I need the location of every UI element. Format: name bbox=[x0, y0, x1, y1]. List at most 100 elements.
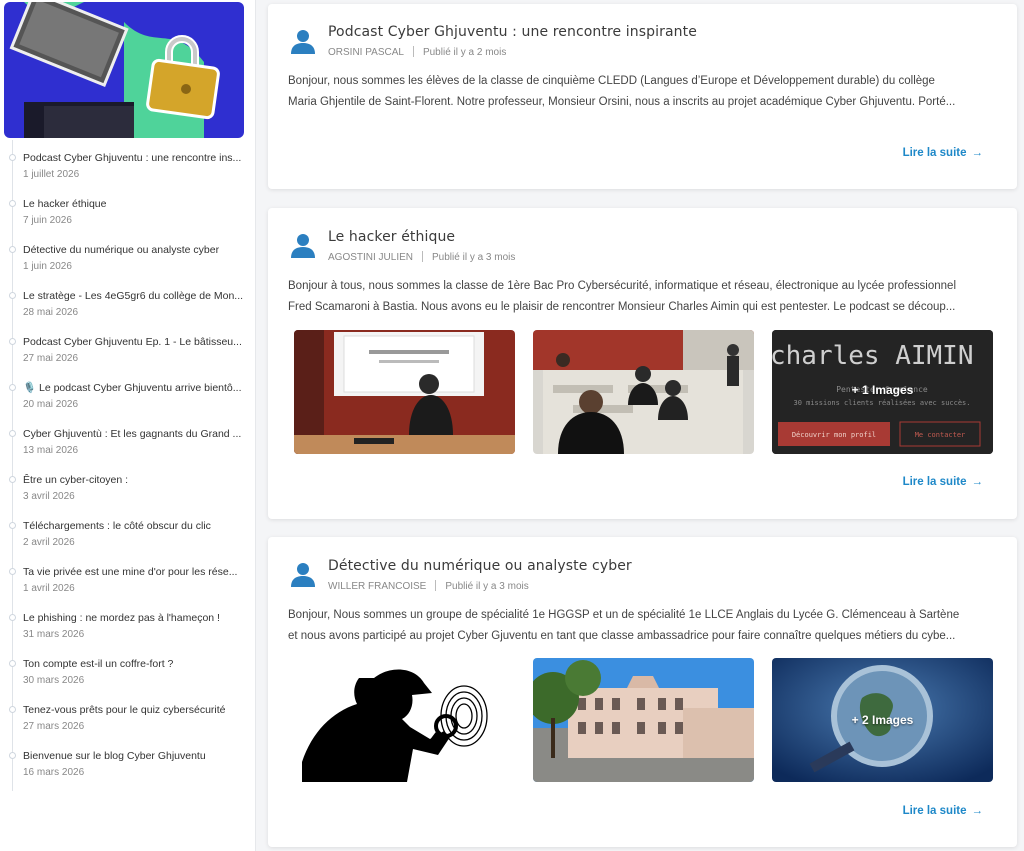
post-title[interactable]: Détective du numérique ou analyste cyber bbox=[328, 558, 632, 574]
sidebar-post-item[interactable]: 🎙️ Le podcast Cyber Ghjuventu arrive bie… bbox=[0, 380, 256, 426]
user-icon bbox=[290, 232, 316, 258]
user-icon bbox=[290, 561, 316, 587]
post-card: Détective du numérique ou analyste cyber… bbox=[268, 537, 1017, 847]
post-published: Publié il y a 3 mois bbox=[432, 252, 516, 263]
sidebar-post-item[interactable]: Le hacker éthique 7 juin 2026 bbox=[0, 196, 256, 242]
read-more-link[interactable]: Lire la suite → bbox=[903, 147, 983, 159]
post-excerpt-line: Bonjour, Nous sommes un groupe de spécia… bbox=[288, 609, 960, 621]
svg-text:30 missions clients réalisées: 30 missions clients réalisées avec succè… bbox=[793, 399, 970, 407]
svg-text:Découvrir mon profil: Découvrir mon profil bbox=[792, 431, 876, 439]
more-images-count[interactable]: + 2 Images bbox=[772, 713, 993, 727]
sidebar-post-date: 1 juillet 2026 bbox=[23, 169, 80, 180]
post-author[interactable]: AGOSTINI JULIEN bbox=[328, 252, 413, 263]
arrow-right-icon: → bbox=[971, 805, 984, 817]
sidebar-post-date: 30 mars 2026 bbox=[23, 675, 85, 686]
post-author[interactable]: WILLER FRANCOISE bbox=[328, 581, 426, 592]
sidebar-post-item[interactable]: Podcast Cyber Ghjuventu Ep. 1 - Le bâtis… bbox=[0, 334, 256, 380]
timeline-dot bbox=[9, 154, 16, 161]
sidebar-post-date: 20 mai 2026 bbox=[23, 399, 79, 410]
post-published: Publié il y a 2 mois bbox=[422, 47, 507, 58]
sidebar-post-item[interactable]: Tenez-vous prêts pour le quiz cybersécur… bbox=[0, 702, 256, 748]
read-more-link[interactable]: Lire la suite → bbox=[903, 476, 983, 488]
read-more-label: Lire la suite bbox=[902, 147, 967, 159]
sidebar-post-title[interactable]: Détective du numérique ou analyste cyber bbox=[23, 242, 245, 258]
sidebar-post-item[interactable]: Le stratège - Les 4eG5gr6 du collège de … bbox=[0, 288, 256, 334]
timeline-dot bbox=[9, 200, 16, 207]
sidebar-post-title[interactable]: Tenez-vous prêts pour le quiz cybersécur… bbox=[23, 702, 245, 718]
sidebar-post-title[interactable]: Le phishing : ne mordez pas à l'hameçon … bbox=[23, 610, 245, 626]
post-author[interactable]: ORSINI PASCAL bbox=[328, 47, 404, 58]
svg-text:Me contacter: Me contacter bbox=[915, 431, 966, 439]
sidebar-post-title[interactable]: Le stratège - Les 4eG5gr6 du collège de … bbox=[23, 288, 245, 304]
timeline-dot bbox=[9, 522, 16, 529]
sidebar-post-item[interactable]: Être un cyber-citoyen : 3 avril 2026 bbox=[0, 472, 256, 518]
timeline-dot bbox=[9, 476, 16, 483]
post-image-profile-screenshot[interactable]: charles AIMIN Pentester freelance 30 mis… bbox=[772, 330, 993, 454]
sidebar-post-title[interactable]: 🎙️ Le podcast Cyber Ghjuventu arrive bie… bbox=[23, 380, 245, 396]
post-excerpt: Bonjour, nous sommes les élèves de la cl… bbox=[288, 71, 997, 113]
post-image-magnifier-globe[interactable]: + 2 Images bbox=[772, 658, 993, 782]
sidebar-post-date: 28 mai 2026 bbox=[23, 307, 79, 318]
sidebar-post-title[interactable]: Téléchargements : le côté obscur du clic bbox=[23, 518, 245, 534]
sidebar-post-title[interactable]: Ta vie privée est une mine d'or pour les… bbox=[23, 564, 245, 580]
read-more-link[interactable]: Lire la suite → bbox=[903, 805, 983, 817]
post-title[interactable]: Le hacker éthique bbox=[328, 229, 455, 245]
timeline-dot bbox=[9, 752, 16, 759]
sidebar-post-item[interactable]: Téléchargements : le côté obscur du clic… bbox=[0, 518, 256, 564]
timeline-dot bbox=[9, 384, 16, 391]
post-image-detective-silhouette[interactable] bbox=[294, 658, 515, 782]
sidebar-post-item[interactable]: Cyber Ghjuventù : Et les gagnants du Gra… bbox=[0, 426, 256, 472]
more-images-count[interactable]: + 1 Images bbox=[772, 383, 993, 397]
sidebar-post-title[interactable]: Cyber Ghjuventù : Et les gagnants du Gra… bbox=[23, 426, 245, 442]
post-card: Podcast Cyber Ghjuventu : une rencontre … bbox=[268, 4, 1017, 189]
post-excerpt: Bonjour à tous, nous sommes la classe de… bbox=[288, 276, 997, 318]
post-excerpt-line: Maria Ghjentile de Saint-Florent. Notre … bbox=[288, 96, 956, 108]
post-image-classroom-presentation[interactable] bbox=[294, 330, 515, 454]
sidebar-post-item[interactable]: Le phishing : ne mordez pas à l'hameçon … bbox=[0, 610, 256, 656]
sidebar-post-item[interactable]: Ta vie privée est une mine d'or pour les… bbox=[0, 564, 256, 610]
sidebar-post-date: 3 avril 2026 bbox=[23, 491, 75, 502]
sidebar-post-title[interactable]: Podcast Cyber Ghjuventu : une rencontre … bbox=[23, 150, 245, 166]
sidebar-post-date: 31 mars 2026 bbox=[23, 629, 85, 640]
post-excerpt-line: et nous avons participé au projet Cyber … bbox=[288, 630, 956, 642]
timeline-dot bbox=[9, 614, 16, 621]
sidebar-post-title[interactable]: Ton compte est-il un coffre-fort ? bbox=[23, 656, 245, 672]
timeline-dot bbox=[9, 660, 16, 667]
sidebar-post-date: 1 juin 2026 bbox=[23, 261, 72, 272]
post-meta: WILLER FRANCOISE Publié il y a 3 mois bbox=[328, 580, 529, 592]
hero-image bbox=[4, 2, 244, 138]
sidebar-post-date: 2 avril 2026 bbox=[23, 537, 75, 548]
timeline-dot bbox=[9, 292, 16, 299]
sidebar-post-title[interactable]: Être un cyber-citoyen : bbox=[23, 472, 245, 488]
blog-page: Podcast Cyber Ghjuventu : une rencontre … bbox=[0, 0, 1024, 851]
timeline-dot bbox=[9, 706, 16, 713]
arrow-right-icon: → bbox=[971, 476, 984, 488]
sidebar-post-title[interactable]: Le hacker éthique bbox=[23, 196, 245, 212]
post-image-students-classroom[interactable] bbox=[533, 330, 754, 454]
post-title[interactable]: Podcast Cyber Ghjuventu : une rencontre … bbox=[328, 24, 697, 40]
sidebar-post-date: 13 mai 2026 bbox=[23, 445, 79, 456]
sidebar-post-item[interactable]: Détective du numérique ou analyste cyber… bbox=[0, 242, 256, 288]
sidebar-post-title[interactable]: Podcast Cyber Ghjuventu Ep. 1 - Le bâtis… bbox=[23, 334, 245, 350]
post-image-school-building[interactable] bbox=[533, 658, 754, 782]
post-excerpt-line: Bonjour à tous, nous sommes la classe de… bbox=[288, 280, 956, 292]
sidebar-post-date: 27 mai 2026 bbox=[23, 353, 79, 364]
post-card: Le hacker éthique AGOSTINI JULIEN Publié … bbox=[268, 208, 1017, 519]
user-icon bbox=[290, 28, 316, 54]
sidebar-post-item[interactable]: Ton compte est-il un coffre-fort ? 30 mar… bbox=[0, 656, 256, 702]
sidebar-post-item[interactable]: Podcast Cyber Ghjuventu : une rencontre … bbox=[0, 150, 256, 196]
sidebar: Podcast Cyber Ghjuventu : une rencontre … bbox=[0, 0, 256, 851]
post-published: Publié il y a 3 mois bbox=[445, 581, 529, 592]
timeline-dot bbox=[9, 246, 16, 253]
read-more-label: Lire la suite bbox=[902, 805, 967, 817]
timeline-dot bbox=[9, 568, 16, 575]
sidebar-post-title[interactable]: Bienvenue sur le blog Cyber Ghjuventu bbox=[23, 748, 245, 764]
post-meta: ORSINI PASCAL Publié il y a 2 mois bbox=[328, 46, 506, 58]
sidebar-post-date: 16 mars 2026 bbox=[23, 767, 85, 778]
sidebar-post-item[interactable]: Bienvenue sur le blog Cyber Ghjuventu 16 … bbox=[0, 748, 256, 794]
read-more-label: Lire la suite bbox=[902, 476, 967, 488]
post-excerpt-line: Bonjour, nous sommes les élèves de la cl… bbox=[288, 75, 935, 87]
post-meta: AGOSTINI JULIEN Publié il y a 3 mois bbox=[328, 251, 515, 263]
sidebar-post-date: 7 juin 2026 bbox=[23, 215, 72, 226]
sidebar-post-date: 1 avril 2026 bbox=[23, 583, 75, 594]
